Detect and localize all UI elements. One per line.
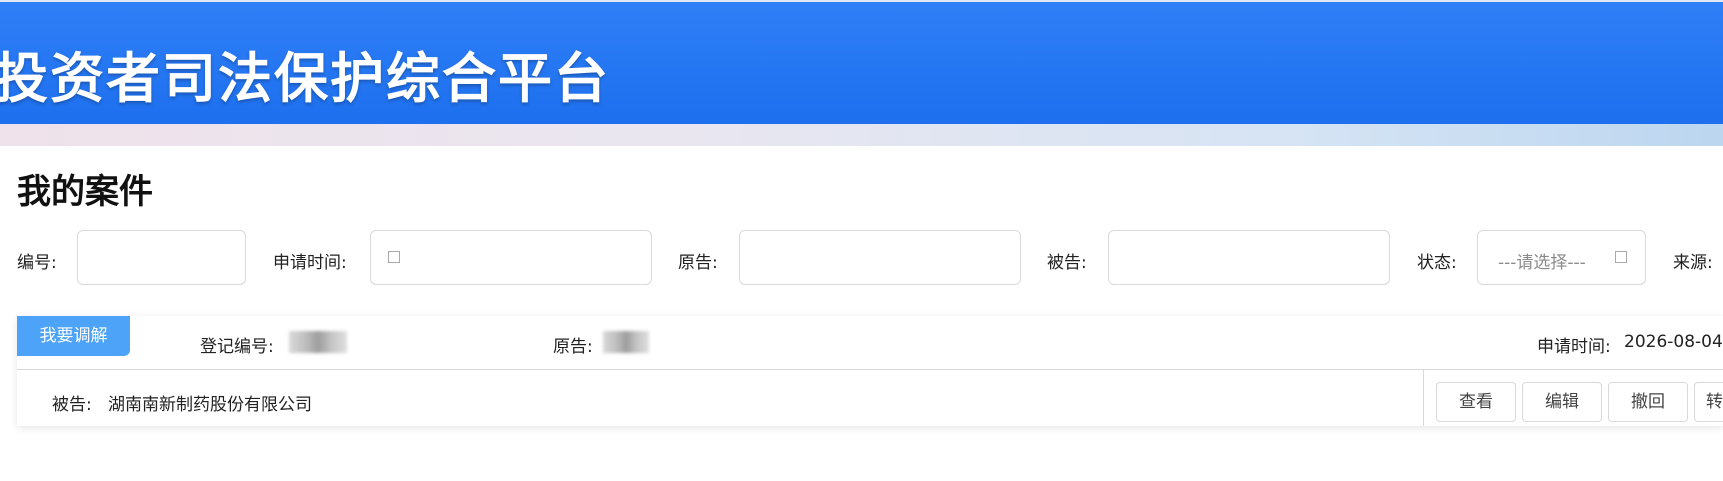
card-actions-divider bbox=[1423, 370, 1424, 426]
register-no-label: 登记编号: bbox=[200, 337, 274, 357]
apply-time-input[interactable] bbox=[370, 230, 652, 285]
number-label: 编号: bbox=[17, 253, 57, 273]
defendant-label: 被告: bbox=[1047, 253, 1087, 273]
defendant-input[interactable] bbox=[1108, 230, 1390, 285]
calendar-icon bbox=[388, 251, 400, 263]
status-label: 状态: bbox=[1417, 253, 1457, 273]
card-apply-time-label: 申请时间: bbox=[1537, 337, 1611, 357]
view-button[interactable]: 查看 bbox=[1436, 382, 1516, 422]
card-apply-time-value: 2026-08-04 bbox=[1624, 332, 1723, 352]
card-plaintiff-label: 原告: bbox=[553, 337, 593, 357]
chevron-down-icon bbox=[1615, 251, 1627, 263]
mediate-button[interactable]: 我要调解 bbox=[17, 316, 130, 356]
status-select-value: ---请选择--- bbox=[1498, 253, 1586, 273]
plaintiff-value-redacted bbox=[603, 331, 649, 353]
withdraw-button[interactable]: 撤回 bbox=[1608, 382, 1688, 422]
card-defendant-label: 被告: bbox=[52, 395, 92, 415]
top-banner: 投资者司法保护综合平台 bbox=[0, 0, 1723, 126]
register-no-value-redacted bbox=[289, 331, 347, 353]
app-title: 投资者司法保护综合平台 bbox=[0, 47, 610, 110]
banner-gradient-strip bbox=[0, 124, 1723, 146]
plaintiff-label: 原告: bbox=[678, 253, 718, 273]
edit-button[interactable]: 编辑 bbox=[1522, 382, 1602, 422]
plaintiff-input[interactable] bbox=[739, 230, 1021, 285]
page-title: 我的案件 bbox=[17, 172, 153, 212]
card-defendant-value: 湖南南新制药股份有限公司 bbox=[108, 395, 312, 415]
card-divider bbox=[17, 369, 1723, 370]
transfer-button[interactable]: 转 bbox=[1694, 382, 1723, 422]
source-label: 来源: bbox=[1673, 253, 1713, 273]
number-input[interactable] bbox=[77, 230, 246, 285]
apply-time-label: 申请时间: bbox=[273, 253, 347, 273]
